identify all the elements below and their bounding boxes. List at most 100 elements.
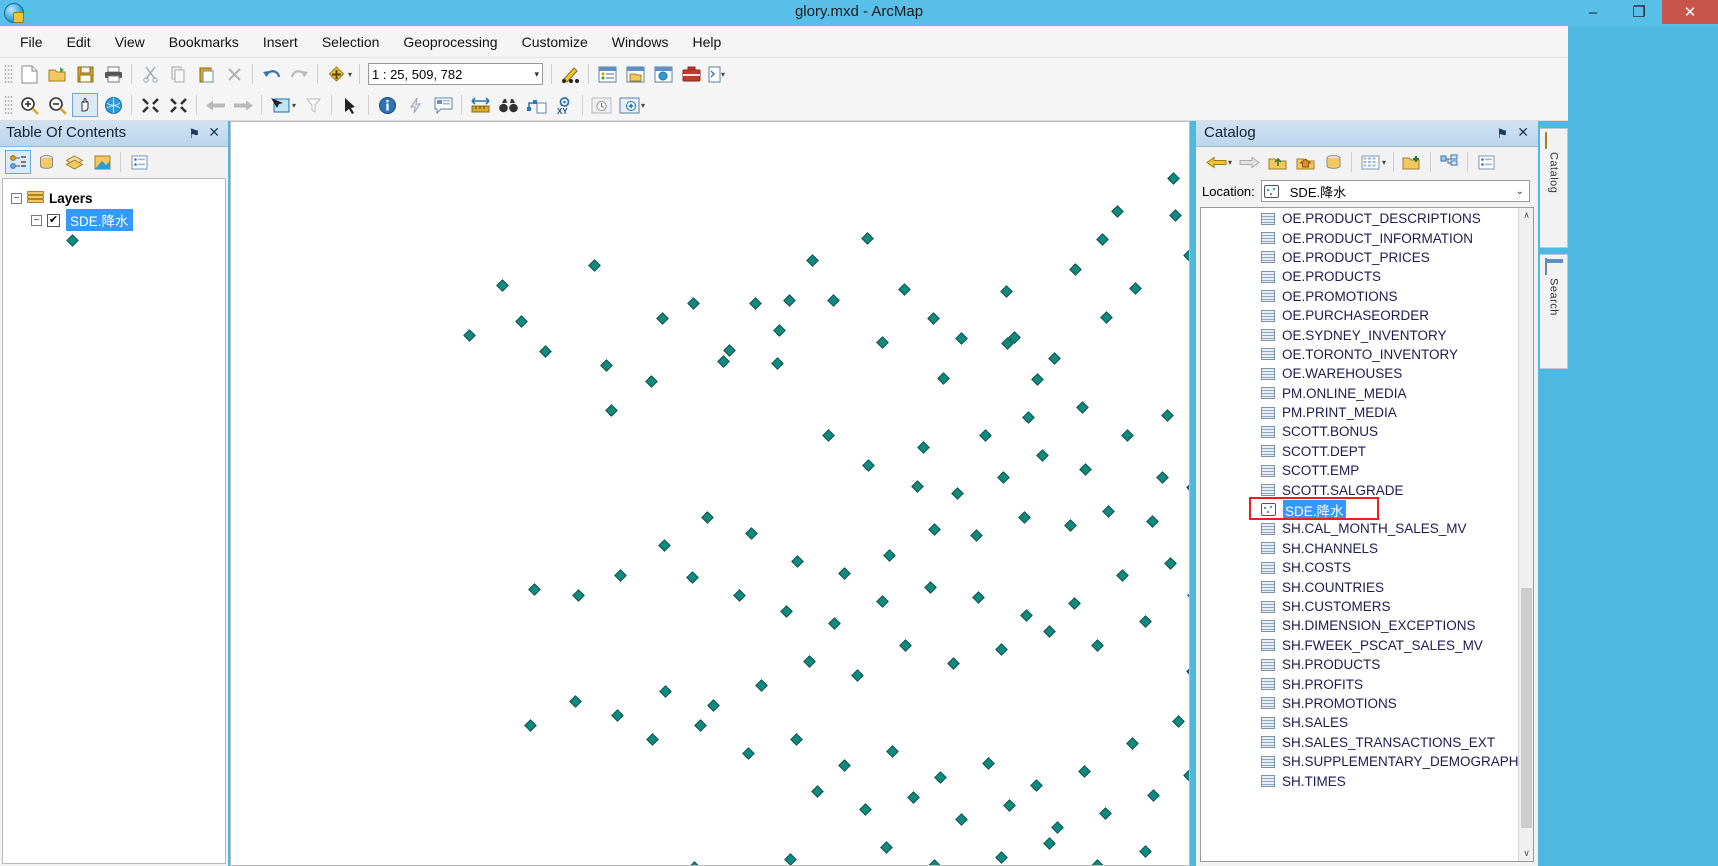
map-point-feature[interactable] — [980, 430, 991, 441]
map-point-feature[interactable] — [912, 481, 923, 492]
map-point-feature[interactable] — [862, 233, 873, 244]
catalog-list-item[interactable]: SCOTT.BONUS — [1201, 422, 1519, 441]
catalog-list-item[interactable]: SH.PRODUCTS — [1201, 655, 1519, 674]
map-point-feature[interactable] — [1079, 766, 1090, 777]
time-slider-icon[interactable] — [588, 93, 614, 117]
map-point-feature[interactable] — [1044, 626, 1055, 637]
clear-selection-icon[interactable] — [300, 93, 326, 117]
undo-icon[interactable] — [258, 62, 284, 86]
measure-icon[interactable] — [467, 93, 493, 117]
map-point-feature[interactable] — [1032, 374, 1043, 385]
layer-visibility-checkbox[interactable]: ✔ — [47, 213, 60, 227]
toggle-tree-view-icon[interactable] — [1436, 150, 1462, 174]
hyperlink-icon[interactable] — [402, 93, 428, 117]
catalog-list-item[interactable]: OE.PRODUCTS — [1201, 267, 1519, 286]
list-by-source-icon[interactable] — [33, 150, 59, 174]
select-features-icon[interactable] — [267, 93, 293, 117]
menu-help[interactable]: Help — [681, 30, 734, 54]
map-point-feature[interactable] — [1127, 738, 1138, 749]
catalog-window-icon[interactable] — [622, 62, 648, 86]
catalog-list-item[interactable]: PM.ONLINE_MEDIA — [1201, 384, 1519, 403]
map-point-feature[interactable] — [791, 734, 802, 745]
map-point-feature[interactable] — [1122, 430, 1133, 441]
redo-icon[interactable] — [286, 62, 312, 86]
add-data-caret[interactable]: ▾ — [348, 70, 355, 79]
catalog-list-item[interactable]: OE.PRODUCT_DESCRIPTIONS — [1201, 209, 1519, 228]
fixed-zoom-out-icon[interactable] — [165, 93, 191, 117]
go-to-xy-icon[interactable]: XY — [551, 93, 577, 117]
close-icon[interactable]: ✕ — [1517, 124, 1529, 141]
map-point-feature[interactable] — [570, 696, 581, 707]
map-point-feature[interactable] — [497, 280, 508, 291]
toc-root-row[interactable]: − Layers — [3, 187, 225, 209]
map-point-feature[interactable] — [756, 680, 767, 691]
catalog-list-item[interactable]: SH.TIMES — [1201, 771, 1519, 790]
map-point-feature[interactable] — [529, 584, 540, 595]
map-point-feature[interactable] — [612, 710, 623, 721]
catalog-list-item[interactable]: SH.SALES — [1201, 713, 1519, 732]
map-point-feature[interactable] — [615, 570, 626, 581]
map-point-feature[interactable] — [1092, 640, 1103, 651]
map-point-feature[interactable] — [657, 313, 668, 324]
map-point-feature[interactable] — [1080, 464, 1091, 475]
copy-icon[interactable] — [165, 62, 191, 86]
chevron-down-icon[interactable]: ▾ — [534, 69, 539, 80]
catalog-list-item[interactable]: SH.PROMOTIONS — [1201, 694, 1519, 713]
zoom-out-icon[interactable] — [44, 93, 70, 117]
map-point-feature[interactable] — [1148, 790, 1159, 801]
map-point-feature[interactable] — [1049, 353, 1060, 364]
overflow-caret[interactable]: ▾ — [721, 70, 728, 79]
map-point-feature[interactable] — [774, 325, 785, 336]
catalog-list-item[interactable]: SH.CAL_MONTH_SALES_MV — [1201, 519, 1519, 538]
catalog-list-item[interactable]: SH.FWEEK_PSCAT_SALES_MV — [1201, 636, 1519, 655]
menu-selection[interactable]: Selection — [310, 30, 392, 54]
layer-name-label[interactable]: SDE.降水 — [66, 209, 133, 231]
map-point-feature[interactable] — [908, 792, 919, 803]
delete-icon[interactable] — [221, 62, 247, 86]
overflow-caret[interactable]: ▾ — [641, 101, 648, 110]
map-point-feature[interactable] — [687, 572, 698, 583]
map-scale-combobox[interactable]: 1 : 25, 509, 782 ▾ — [368, 63, 544, 85]
find-icon[interactable] — [495, 93, 521, 117]
map-point-feature[interactable] — [952, 488, 963, 499]
map-point-feature[interactable] — [540, 346, 551, 357]
save-icon[interactable] — [72, 62, 98, 86]
map-point-feature[interactable] — [647, 734, 658, 745]
back-icon[interactable] — [1203, 150, 1229, 174]
catalog-tree-list[interactable]: OE.PRODUCT_DESCRIPTIONS OE.PRODUCT_INFORM… — [1200, 207, 1534, 862]
list-by-drawing-order-icon[interactable] — [5, 150, 31, 174]
maximize-button[interactable]: ❐ — [1616, 0, 1662, 24]
map-point-feature[interactable] — [956, 814, 967, 825]
map-point-feature[interactable] — [900, 640, 911, 651]
map-point-feature[interactable] — [718, 356, 729, 367]
map-point-feature[interactable] — [516, 316, 527, 327]
scroll-down-button[interactable]: ∨ — [1519, 846, 1533, 861]
open-icon[interactable] — [44, 62, 70, 86]
map-point-feature[interactable] — [839, 760, 850, 771]
fixed-zoom-in-icon[interactable] — [137, 93, 163, 117]
menu-customize[interactable]: Customize — [510, 30, 600, 54]
map-point-feature[interactable] — [1187, 482, 1189, 493]
scroll-up-button[interactable]: ∧ — [1519, 208, 1533, 223]
map-point-feature[interactable] — [1052, 822, 1063, 833]
catalog-list-item[interactable]: SH.CHANNELS — [1201, 539, 1519, 558]
map-point-feature[interactable] — [918, 442, 929, 453]
map-point-feature[interactable] — [1001, 286, 1012, 297]
map-point-feature[interactable] — [877, 596, 888, 607]
map-point-feature[interactable] — [804, 656, 815, 667]
search-window-icon[interactable] — [650, 62, 676, 86]
catalog-list-item[interactable]: SDE.降水 — [1201, 499, 1519, 520]
map-point-feature[interactable] — [948, 658, 959, 669]
map-point-feature[interactable] — [1031, 780, 1042, 791]
menu-edit[interactable]: Edit — [55, 30, 103, 54]
map-point-feature[interactable] — [573, 590, 584, 601]
python-window-icon[interactable] — [706, 62, 722, 86]
map-point-feature[interactable] — [772, 358, 783, 369]
catalog-list-item[interactable]: PM.PRINT_MEDIA — [1201, 403, 1519, 422]
toc-layer-row[interactable]: − ✔ SDE.降水 — [3, 209, 225, 231]
map-point-feature[interactable] — [1097, 234, 1108, 245]
catalog-list-item[interactable]: OE.PROMOTIONS — [1201, 287, 1519, 306]
toolbar-grip[interactable] — [4, 64, 13, 84]
catalog-scrollbar[interactable]: ∧ ∨ — [1518, 208, 1533, 861]
map-point-feature[interactable] — [659, 540, 670, 551]
